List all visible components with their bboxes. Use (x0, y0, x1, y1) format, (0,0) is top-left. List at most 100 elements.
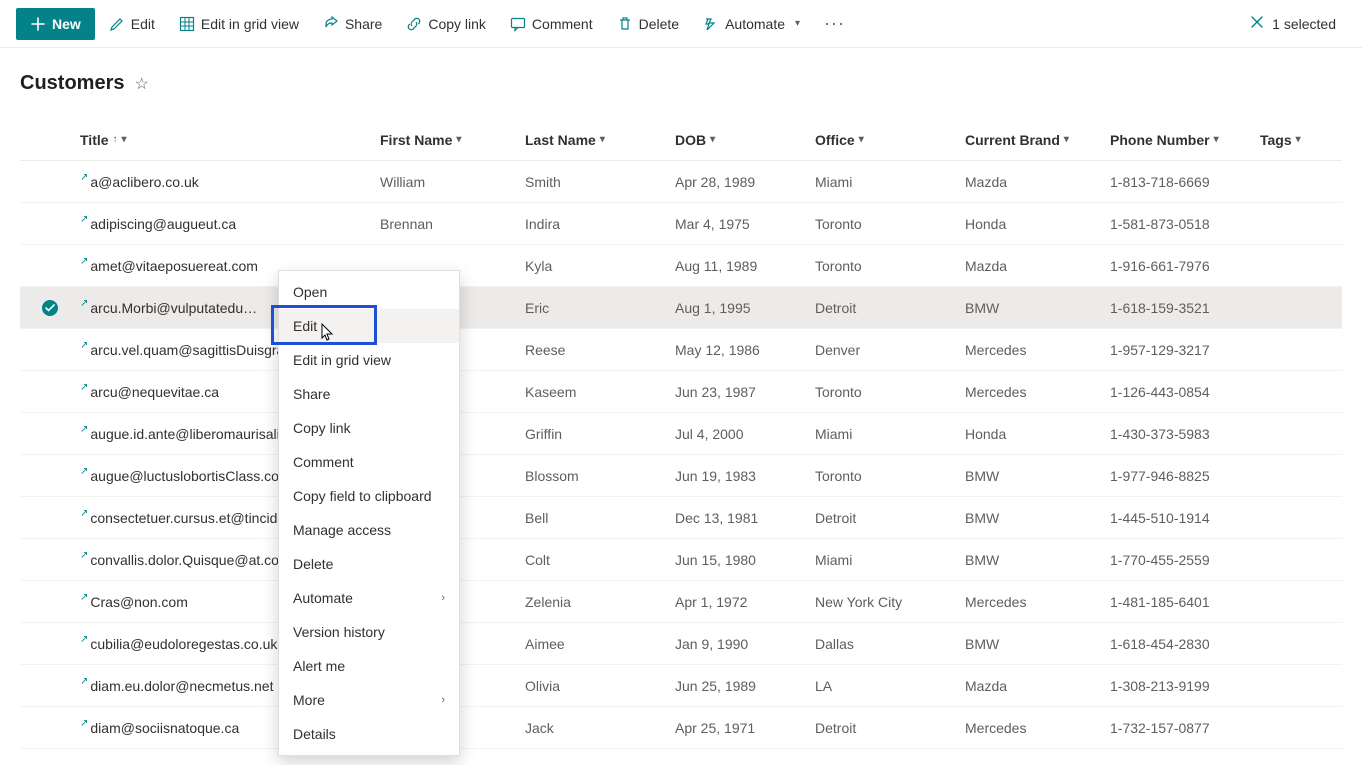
ctx-comment[interactable]: Comment (279, 445, 459, 479)
ctx-edit[interactable]: Edit (279, 309, 459, 343)
table-row[interactable]: ↗augue.id.ante@liberomaurisaliquaGriffin… (20, 413, 1342, 455)
edit-button[interactable]: Edit (99, 10, 165, 38)
column-header-brand[interactable]: Current Brand▾ (965, 132, 1110, 148)
column-header-dob[interactable]: DOB▾ (675, 132, 815, 148)
cell-title[interactable]: ↗adipiscing@augueut.ca (80, 216, 380, 232)
star-icon[interactable]: ☆ (134, 74, 148, 94)
share-button[interactable]: Share (313, 10, 392, 38)
cell-brand: BMW (965, 636, 1110, 652)
column-header-tags[interactable]: Tags▾ (1260, 132, 1362, 148)
column-header-first-name[interactable]: First Name▾ (380, 132, 525, 148)
close-icon[interactable] (1250, 15, 1264, 32)
cell-phone: 1-430-373-5983 (1110, 426, 1260, 442)
ctx-delete[interactable]: Delete (279, 547, 459, 581)
column-header-title[interactable]: Title ↑ ▾ (80, 132, 380, 148)
cell-phone: 1-916-661-7976 (1110, 258, 1260, 274)
cell-brand: Mazda (965, 258, 1110, 274)
table-row[interactable]: ↗a@aclibero.co.ukWilliamSmithApr 28, 198… (20, 161, 1342, 203)
cell-lastName: Reese (525, 342, 675, 358)
ctx-edit-grid[interactable]: Edit in grid view (279, 343, 459, 377)
chevron-down-icon: ▾ (1064, 134, 1069, 145)
cell-lastName: Blossom (525, 468, 675, 484)
cell-dob: Aug 1, 1995 (675, 300, 815, 316)
cell-lastName: Zelenia (525, 594, 675, 610)
table-row[interactable]: ↗arcu@nequevitae.caKaseemJun 23, 1987Tor… (20, 371, 1342, 413)
context-menu: Open Edit Edit in grid view Share Copy l… (278, 270, 460, 756)
column-header-last-name[interactable]: Last Name▾ (525, 132, 675, 148)
table-row[interactable]: ↗consectetuer.cursus.et@tincidunt[BellDe… (20, 497, 1342, 539)
cell-office: Detroit (815, 300, 965, 316)
ctx-more[interactable]: More› (279, 683, 459, 717)
more-commands-button[interactable]: ··· (814, 7, 855, 40)
table-row[interactable]: ↗diam.eu.dolor@necmetus.netOliviaJun 25,… (20, 665, 1342, 707)
table-row[interactable]: ↗convallis.dolor.Quisque@at.co.ukColtJun… (20, 539, 1342, 581)
cell-office: Detroit (815, 720, 965, 736)
chevron-right-icon: › (441, 592, 445, 604)
selection-count[interactable]: 1 selected (1240, 9, 1346, 38)
table-row[interactable]: ↗adipiscing@augueut.caBrennanIndiraMar 4… (20, 203, 1342, 245)
cell-dob: Jul 4, 2000 (675, 426, 815, 442)
row-selector[interactable] (20, 300, 80, 316)
table-row[interactable]: ↗augue@luctuslobortisClass.co.ukBlossomJ… (20, 455, 1342, 497)
ctx-version-history[interactable]: Version history (279, 615, 459, 649)
cell-lastName: Indira (525, 216, 675, 232)
cell-dob: Dec 13, 1981 (675, 510, 815, 526)
cell-office: Dallas (815, 636, 965, 652)
cell-phone: 1-957-129-3217 (1110, 342, 1260, 358)
cell-phone: 1-732-157-0877 (1110, 720, 1260, 736)
delete-button[interactable]: Delete (607, 10, 689, 38)
table-row[interactable]: ↗diam@sociisnatoque.caJackApr 25, 1971De… (20, 707, 1342, 749)
cell-firstName: William (380, 174, 525, 190)
ctx-open[interactable]: Open (279, 275, 459, 309)
cell-dob: Jan 9, 1990 (675, 636, 815, 652)
cell-phone: 1-813-718-6669 (1110, 174, 1260, 190)
cell-lastName: Kaseem (525, 384, 675, 400)
ctx-manage-access[interactable]: Manage access (279, 513, 459, 547)
cell-office: New York City (815, 594, 965, 610)
flow-icon (703, 16, 719, 32)
cell-brand: Mercedes (965, 720, 1110, 736)
item-link-icon: ↗ (80, 678, 88, 688)
copy-link-button[interactable]: Copy link (396, 10, 496, 38)
cell-dob: May 12, 1986 (675, 342, 815, 358)
cell-lastName: Kyla (525, 258, 675, 274)
cell-office: Miami (815, 426, 965, 442)
cell-brand: BMW (965, 510, 1110, 526)
ctx-copy-field[interactable]: Copy field to clipboard (279, 479, 459, 513)
page-title: Customers (20, 72, 124, 95)
cell-brand: Mercedes (965, 342, 1110, 358)
item-link-icon: ↗ (80, 384, 88, 394)
table-row[interactable]: ↗Cras@non.comZeleniaApr 1, 1972New York … (20, 581, 1342, 623)
item-link-icon: ↗ (80, 300, 88, 310)
edit-grid-button[interactable]: Edit in grid view (169, 10, 309, 38)
table-row[interactable]: ↗amet@vitaeposuereat.comKylaAug 11, 1989… (20, 245, 1342, 287)
cell-office: Toronto (815, 468, 965, 484)
new-button[interactable]: New (16, 8, 95, 40)
cell-office: Miami (815, 174, 965, 190)
cell-dob: Jun 25, 1989 (675, 678, 815, 694)
cell-dob: Apr 25, 1971 (675, 720, 815, 736)
ctx-copy-link[interactable]: Copy link (279, 411, 459, 445)
ctx-share[interactable]: Share (279, 377, 459, 411)
table-row[interactable]: ↗arcu.Morbi@vulputatedu…EricAug 1, 1995D… (20, 287, 1342, 329)
cell-phone: 1-581-873-0518 (1110, 216, 1260, 232)
ctx-details[interactable]: Details (279, 717, 459, 751)
cell-office: Toronto (815, 216, 965, 232)
table-row[interactable]: ↗arcu.vel.quam@sagittisDuisgravidReeseMa… (20, 329, 1342, 371)
chevron-down-icon: ▾ (710, 134, 715, 145)
cell-title[interactable]: ↗a@aclibero.co.uk (80, 174, 380, 190)
cell-dob: Aug 11, 1989 (675, 258, 815, 274)
item-link-icon: ↗ (80, 720, 88, 730)
ctx-alert-me[interactable]: Alert me (279, 649, 459, 683)
cell-brand: Mercedes (965, 384, 1110, 400)
column-header-office[interactable]: Office▾ (815, 132, 965, 148)
cell-brand: BMW (965, 300, 1110, 316)
automate-button[interactable]: Automate ▾ (693, 10, 810, 38)
column-header-phone[interactable]: Phone Number▾ (1110, 132, 1260, 148)
edit-grid-button-label: Edit in grid view (201, 16, 299, 32)
table-row[interactable]: ↗cubilia@eudoloregestas.co.ukAimeeJan 9,… (20, 623, 1342, 665)
automate-button-label: Automate (725, 16, 785, 32)
comment-button[interactable]: Comment (500, 10, 603, 38)
ctx-automate[interactable]: Automate› (279, 581, 459, 615)
cell-brand: Honda (965, 426, 1110, 442)
